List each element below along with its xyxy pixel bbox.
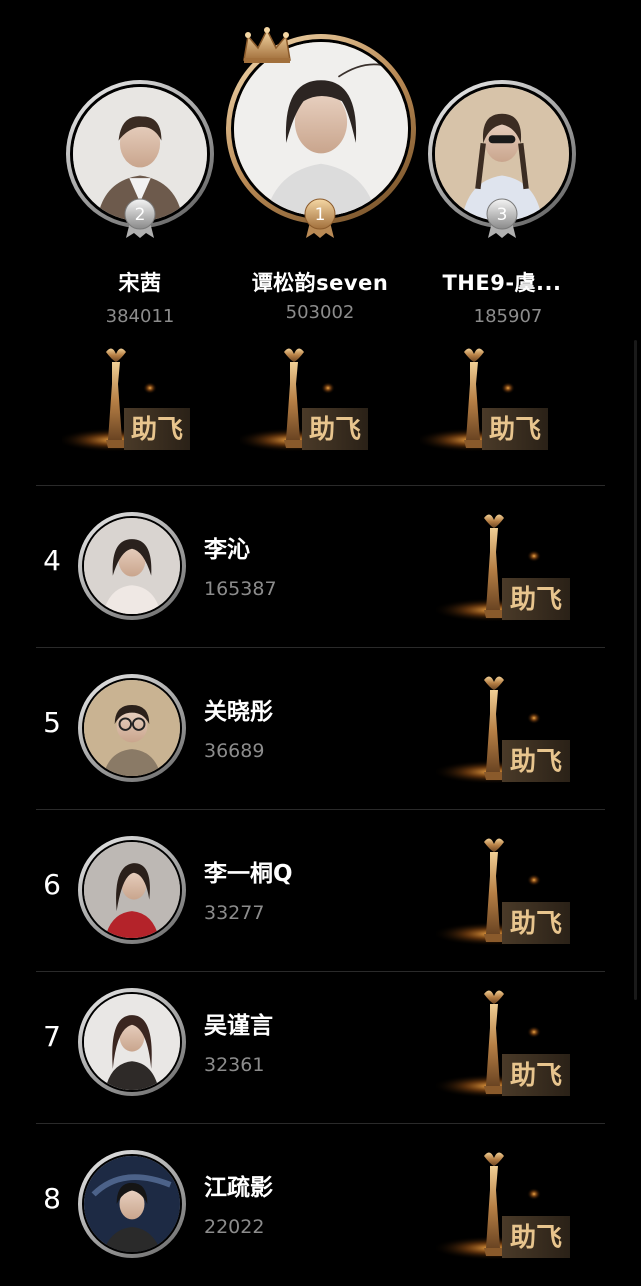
- list-item-score: 165387: [204, 578, 277, 600]
- svg-text:助飞: 助飞: [131, 415, 183, 445]
- podium-score: 185907: [473, 306, 543, 327]
- svg-text:助飞: 助飞: [309, 415, 361, 445]
- podium-score: 503002: [285, 302, 355, 323]
- crown-icon: [243, 27, 291, 63]
- boost-trophy-button[interactable]: 助飞: [436, 986, 576, 1098]
- list-item-rank-8[interactable]: 8 江疏影 22022 助飞: [0, 1124, 641, 1286]
- podium: 2 宋茜 384011 1 谭松韵seven 503002 3 THE9-虞..…: [0, 0, 641, 470]
- boost-trophy-button[interactable]: 助飞: [436, 672, 576, 784]
- avatar-photo: [234, 42, 408, 216]
- list-item-rank-5[interactable]: 5 关晓彤 36689 助飞: [0, 648, 641, 810]
- avatar-photo: [84, 994, 180, 1090]
- rank-number: 7: [43, 1020, 61, 1053]
- list-item-name: 李一桐Q: [204, 861, 293, 887]
- rank-number: 8: [43, 1182, 61, 1215]
- podium-name: THE9-虞...: [442, 271, 562, 295]
- avatar[interactable]: [78, 836, 186, 944]
- svg-text:1: 1: [315, 205, 326, 225]
- boost-trophy-button[interactable]: 助飞: [436, 1148, 576, 1260]
- list-item-rank-7[interactable]: 7 吴谨言 32361 助飞: [0, 972, 641, 1134]
- list-item-name: 江疏影: [204, 1175, 273, 1201]
- podium-name: 宋茜: [118, 271, 162, 295]
- podium-score: 384011: [105, 306, 175, 327]
- list-item-score: 33277: [204, 902, 265, 924]
- silver-medal-icon: 3: [486, 198, 518, 238]
- avatar-photo: [84, 680, 180, 776]
- svg-text:2: 2: [135, 205, 146, 225]
- rank-number: 5: [43, 706, 61, 739]
- avatar-photo: [84, 518, 180, 614]
- gold-medal-icon: 1: [304, 198, 336, 238]
- boost-trophy-button[interactable]: 助飞: [436, 834, 576, 946]
- list-item-score: 36689: [204, 740, 265, 762]
- list-item-name: 李沁: [204, 537, 250, 563]
- silver-medal-icon: 2: [124, 198, 156, 238]
- podium-name: 谭松韵seven: [251, 271, 389, 295]
- svg-text:助飞: 助飞: [510, 1223, 562, 1253]
- boost-trophy-button[interactable]: 助飞: [436, 510, 576, 622]
- svg-text:助飞: 助飞: [489, 415, 541, 445]
- svg-text:3: 3: [497, 205, 508, 225]
- list-item-rank-6[interactable]: 6 李一桐Q 33277 助飞: [0, 810, 641, 972]
- svg-text:助飞: 助飞: [510, 1061, 562, 1091]
- avatar[interactable]: [78, 674, 186, 782]
- list-item-rank-4[interactable]: 4 李沁 165387 助飞: [0, 486, 641, 648]
- avatar-photo: [84, 842, 180, 938]
- boost-trophy-button-rank-2[interactable]: 助飞: [62, 344, 192, 452]
- rank-number: 4: [43, 544, 61, 577]
- svg-text:助飞: 助飞: [510, 585, 562, 615]
- rank-number: 6: [43, 868, 61, 901]
- avatar[interactable]: [78, 1150, 186, 1258]
- list-item-score: 22022: [204, 1216, 265, 1238]
- boost-trophy-button-rank-1[interactable]: 助飞: [240, 344, 370, 452]
- avatar[interactable]: [78, 512, 186, 620]
- boost-trophy-button-rank-3[interactable]: 助飞: [420, 344, 550, 452]
- svg-text:助飞: 助飞: [510, 909, 562, 939]
- avatar[interactable]: [78, 988, 186, 1096]
- svg-text:助飞: 助飞: [510, 747, 562, 777]
- avatar-photo: [84, 1156, 180, 1252]
- list-item-name: 吴谨言: [204, 1013, 273, 1039]
- list-item-score: 32361: [204, 1054, 265, 1076]
- list-item-name: 关晓彤: [204, 699, 273, 725]
